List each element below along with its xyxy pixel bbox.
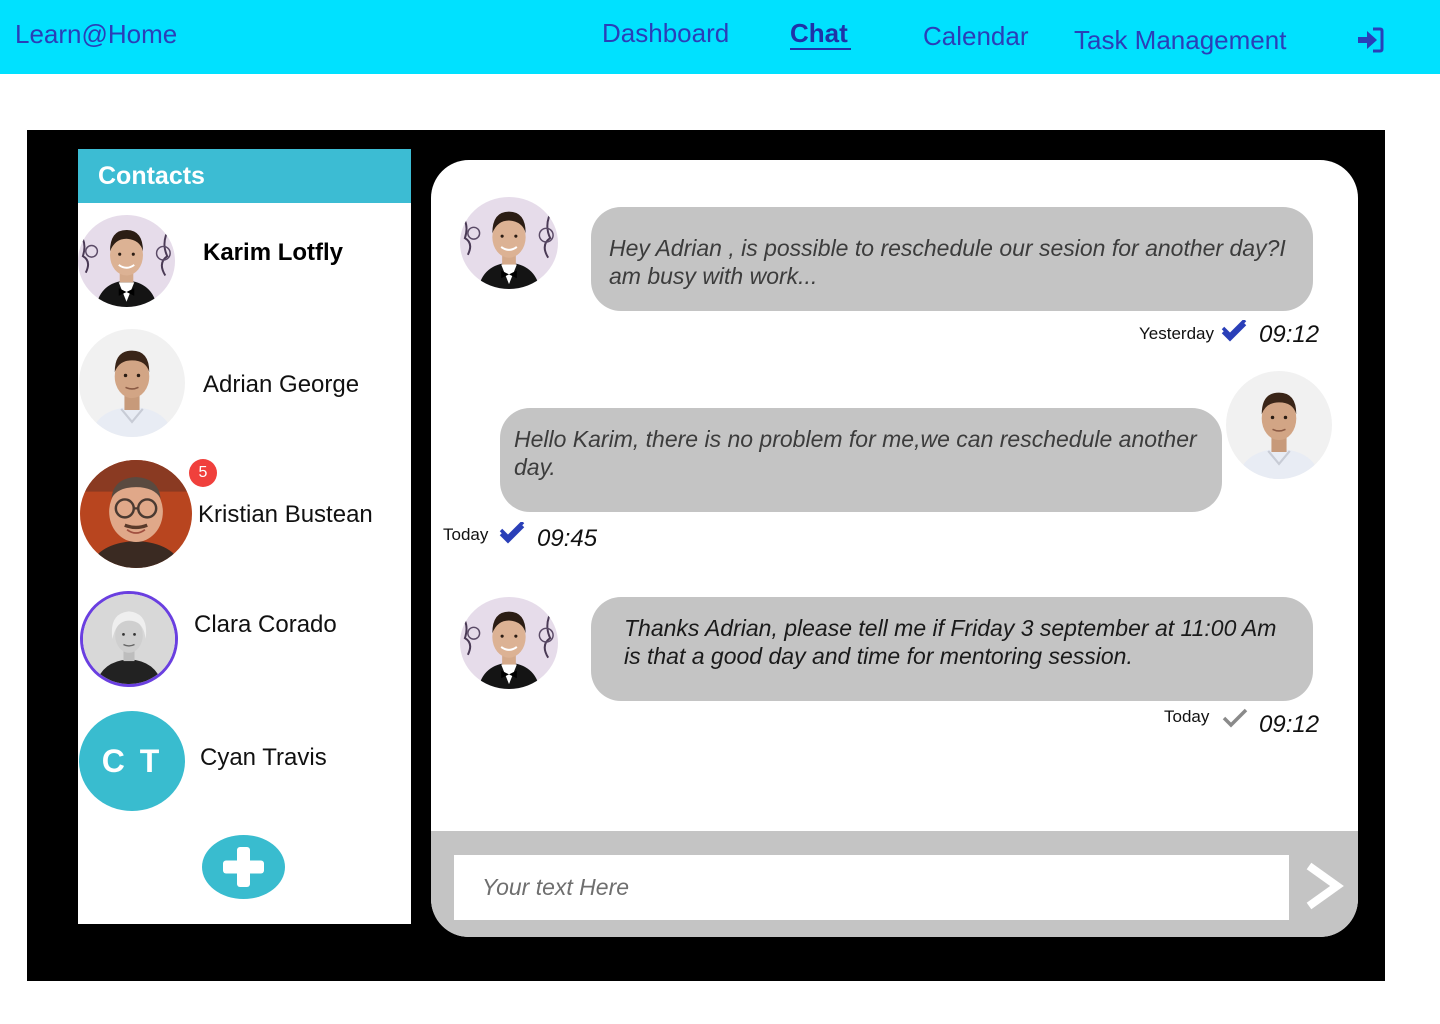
nav-chat[interactable]: Chat [790,18,848,49]
chevron-right-icon[interactable] [1301,861,1345,911]
contacts-panel: Contacts Karim Lotfly Adrian George 5 Kr… [78,149,411,924]
contact-name: Cyan Travis [200,744,327,771]
contact-kristian-bustean[interactable]: 5 Kristian Bustean [78,457,411,569]
nav-task-management[interactable]: Task Management [1074,25,1286,56]
contact-name: Adrian George [203,371,360,398]
message-avatar-karim [460,597,558,689]
message-text: Hey Adrian , is possible to reschedule o… [609,235,1286,289]
contact-karim-lotfly[interactable]: Karim Lotfly [78,215,411,309]
sign-in-icon[interactable] [1356,27,1384,53]
contact-cyan-travis[interactable]: C T Cyan Travis [78,711,411,813]
message-day: Yesterday [1139,324,1214,343]
message-day: Today [1164,707,1210,726]
contacts-title: Contacts [98,162,205,190]
message-time: 09:12 [1259,711,1320,738]
message-bubble: Hello Karim, there is no problem for me,… [500,408,1222,512]
plus-icon [223,847,264,887]
chat-window: Hey Adrian , is possible to reschedule o… [431,160,1358,937]
read-receipt-icon [1221,320,1247,342]
message-avatar-karim [460,197,558,289]
avatar: C T [79,711,185,811]
message-bubble: Thanks Adrian, please tell me if Friday … [591,597,1313,701]
message-input[interactable] [454,855,1289,920]
avatar [79,329,185,437]
message-composer [431,831,1358,937]
avatar [80,460,192,568]
message-bubble: Hey Adrian , is possible to reschedule o… [591,207,1313,311]
read-receipt-icon [499,522,525,544]
nav-calendar[interactable]: Calendar [923,21,1029,52]
avatar [78,215,175,307]
top-navigation-bar: Learn@Home Dashboard Chat Calendar Task … [0,0,1440,74]
contact-clara-corado[interactable]: Clara Corado [78,589,411,689]
brand-logo[interactable]: Learn@Home [15,19,177,50]
avatar [80,591,178,687]
contact-name: Kristian Bustean [198,501,373,528]
contact-adrian-george[interactable]: Adrian George [78,329,411,439]
message-day: Today [443,525,489,544]
add-contact-button[interactable] [202,835,285,899]
message-text: Thanks Adrian, please tell me if Friday … [624,615,1277,669]
sent-check-icon [1222,708,1248,728]
unread-count-badge: 5 [189,459,217,487]
message-text: Hello Karim, there is no problem for me,… [514,426,1197,480]
nav-active-underline [790,48,851,50]
contact-name: Karim Lotfly [203,239,344,266]
avatar-initials: C T [79,711,185,811]
contact-name: Clara Corado [194,611,337,638]
message-time: 09:12 [1259,321,1320,348]
contacts-header: Contacts [78,149,411,203]
nav-dashboard[interactable]: Dashboard [602,18,729,49]
message-avatar-adrian [1226,371,1332,479]
message-time: 09:45 [537,525,598,552]
